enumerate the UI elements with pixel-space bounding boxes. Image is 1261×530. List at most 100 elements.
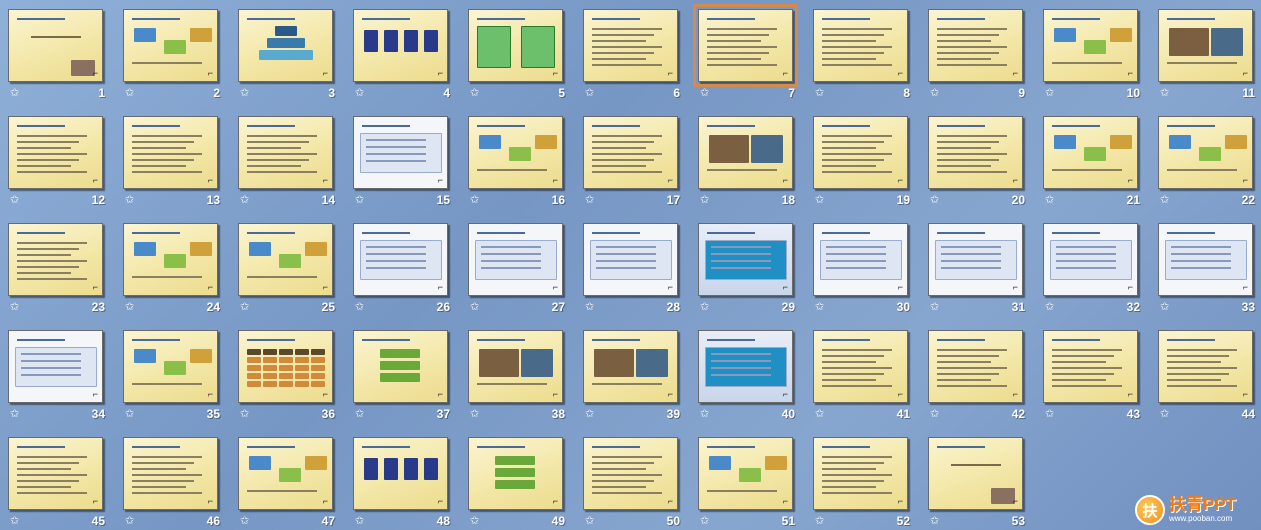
slide-preview[interactable]: ⌐ [123, 223, 218, 296]
slide-preview[interactable]: ⌐ [8, 223, 103, 296]
star-icon[interactable]: ✩ [1160, 409, 1169, 420]
star-icon[interactable]: ✩ [1160, 302, 1169, 313]
slide-preview[interactable]: ⌐ [928, 116, 1023, 189]
slide-preview[interactable]: ⌐ [468, 9, 563, 82]
star-icon[interactable]: ✩ [815, 195, 824, 206]
star-icon[interactable]: ✩ [125, 409, 134, 420]
star-icon[interactable]: ✩ [700, 409, 709, 420]
slide-thumbnail-20[interactable]: ⌐ ✩ 20 [920, 107, 1035, 214]
slide-thumbnail-22[interactable]: ⌐ ✩ 22 [1150, 107, 1261, 214]
slide-preview[interactable]: ⌐ [353, 9, 448, 82]
star-icon[interactable]: ✩ [700, 88, 709, 99]
star-icon[interactable]: ✩ [125, 302, 134, 313]
slide-thumbnail-24[interactable]: ⌐ ✩ 24 [115, 214, 230, 321]
slide-thumbnail-30[interactable]: ⌐ ✩ 30 [805, 214, 920, 321]
slide-preview[interactable]: ⌐ [238, 9, 333, 82]
slide-preview[interactable]: ⌐ [813, 437, 908, 510]
slide-thumbnail-43[interactable]: ⌐ ✩ 43 [1035, 321, 1150, 428]
star-icon[interactable]: ✩ [585, 516, 594, 527]
star-icon[interactable]: ✩ [240, 88, 249, 99]
star-icon[interactable]: ✩ [240, 195, 249, 206]
slide-thumbnail-33[interactable]: ⌐ ✩ 33 [1150, 214, 1261, 321]
star-icon[interactable]: ✩ [10, 516, 19, 527]
slide-preview[interactable]: ⌐ [1043, 330, 1138, 403]
slide-preview[interactable]: ⌐ [583, 9, 678, 82]
slide-thumbnail-21[interactable]: ⌐ ✩ 21 [1035, 107, 1150, 214]
star-icon[interactable]: ✩ [930, 302, 939, 313]
star-icon[interactable]: ✩ [125, 195, 134, 206]
slide-preview[interactable]: ⌐ [1043, 116, 1138, 189]
star-icon[interactable]: ✩ [355, 409, 364, 420]
slide-preview[interactable]: ⌐ [928, 9, 1023, 82]
slide-preview[interactable]: ⌐ [353, 437, 448, 510]
slide-preview[interactable]: ⌐ [468, 330, 563, 403]
slide-preview[interactable]: ⌐ [698, 330, 793, 403]
slide-thumbnail-5[interactable]: ⌐ ✩ 5 [460, 0, 575, 107]
slide-preview[interactable]: ⌐ [813, 223, 908, 296]
slide-thumbnail-32[interactable]: ⌐ ✩ 32 [1035, 214, 1150, 321]
slide-thumbnail-39[interactable]: ⌐ ✩ 39 [575, 321, 690, 428]
slide-preview[interactable]: ⌐ [928, 330, 1023, 403]
star-icon[interactable]: ✩ [1160, 88, 1169, 99]
slide-preview[interactable]: ⌐ [353, 223, 448, 296]
slide-preview[interactable]: ⌐ [928, 437, 1023, 510]
slide-preview[interactable]: ⌐ [583, 437, 678, 510]
slide-thumbnail-14[interactable]: ⌐ ✩ 14 [230, 107, 345, 214]
star-icon[interactable]: ✩ [470, 516, 479, 527]
slide-thumbnail-52[interactable]: ⌐ ✩ 52 [805, 428, 920, 530]
star-icon[interactable]: ✩ [815, 516, 824, 527]
star-icon[interactable]: ✩ [585, 88, 594, 99]
slide-preview[interactable]: ⌐ [813, 330, 908, 403]
slide-thumbnail-15[interactable]: ⌐ ✩ 15 [345, 107, 460, 214]
slide-thumbnail-48[interactable]: ⌐ ✩ 48 [345, 428, 460, 530]
slide-thumbnail-23[interactable]: ⌐ ✩ 23 [0, 214, 115, 321]
star-icon[interactable]: ✩ [700, 516, 709, 527]
slide-preview[interactable]: ⌐ [698, 223, 793, 296]
slide-preview[interactable]: ⌐ [1158, 223, 1253, 296]
slide-preview[interactable]: ⌐ [123, 9, 218, 82]
slide-thumbnail-26[interactable]: ⌐ ✩ 26 [345, 214, 460, 321]
slide-preview[interactable]: ⌐ [238, 437, 333, 510]
slide-thumbnail-31[interactable]: ⌐ ✩ 31 [920, 214, 1035, 321]
slide-preview[interactable]: ⌐ [123, 116, 218, 189]
slide-thumbnail-34[interactable]: ⌐ ✩ 34 [0, 321, 115, 428]
slide-thumbnail-7[interactable]: ⌐ ✩ 7 [690, 0, 805, 107]
slide-preview[interactable]: ⌐ [123, 437, 218, 510]
star-icon[interactable]: ✩ [815, 409, 824, 420]
slide-thumbnail-46[interactable]: ⌐ ✩ 46 [115, 428, 230, 530]
slide-thumbnail-19[interactable]: ⌐ ✩ 19 [805, 107, 920, 214]
star-icon[interactable]: ✩ [10, 302, 19, 313]
star-icon[interactable]: ✩ [1160, 195, 1169, 206]
star-icon[interactable]: ✩ [240, 409, 249, 420]
slide-thumbnail-18[interactable]: ⌐ ✩ 18 [690, 107, 805, 214]
slide-thumbnail-10[interactable]: ⌐ ✩ 10 [1035, 0, 1150, 107]
slide-preview[interactable]: ⌐ [1043, 223, 1138, 296]
slide-preview[interactable]: ⌐ [693, 4, 798, 87]
star-icon[interactable]: ✩ [1045, 88, 1054, 99]
star-icon[interactable]: ✩ [1045, 409, 1054, 420]
star-icon[interactable]: ✩ [1045, 195, 1054, 206]
slide-preview[interactable]: ⌐ [698, 116, 793, 189]
slide-preview[interactable]: ⌐ [123, 330, 218, 403]
slide-thumbnail-12[interactable]: ⌐ ✩ 12 [0, 107, 115, 214]
slide-thumbnail-13[interactable]: ⌐ ✩ 13 [115, 107, 230, 214]
star-icon[interactable]: ✩ [10, 195, 19, 206]
slide-thumbnail-45[interactable]: ⌐ ✩ 45 [0, 428, 115, 530]
star-icon[interactable]: ✩ [930, 409, 939, 420]
star-icon[interactable]: ✩ [700, 302, 709, 313]
slide-thumbnail-8[interactable]: ⌐ ✩ 8 [805, 0, 920, 107]
slide-thumbnail-17[interactable]: ⌐ ✩ 17 [575, 107, 690, 214]
star-icon[interactable]: ✩ [1045, 302, 1054, 313]
slide-preview[interactable]: ⌐ [928, 223, 1023, 296]
slide-thumbnail-47[interactable]: ⌐ ✩ 47 [230, 428, 345, 530]
slide-preview[interactable]: ⌐ [813, 116, 908, 189]
star-icon[interactable]: ✩ [355, 88, 364, 99]
slide-thumbnail-16[interactable]: ⌐ ✩ 16 [460, 107, 575, 214]
slide-thumbnail-9[interactable]: ⌐ ✩ 9 [920, 0, 1035, 107]
star-icon[interactable]: ✩ [585, 302, 594, 313]
slide-preview[interactable]: ⌐ [8, 9, 103, 82]
slide-thumbnail-11[interactable]: ⌐ ✩ 11 [1150, 0, 1261, 107]
slide-thumbnail-40[interactable]: ⌐ ✩ 40 [690, 321, 805, 428]
star-icon[interactable]: ✩ [585, 195, 594, 206]
star-icon[interactable]: ✩ [930, 195, 939, 206]
